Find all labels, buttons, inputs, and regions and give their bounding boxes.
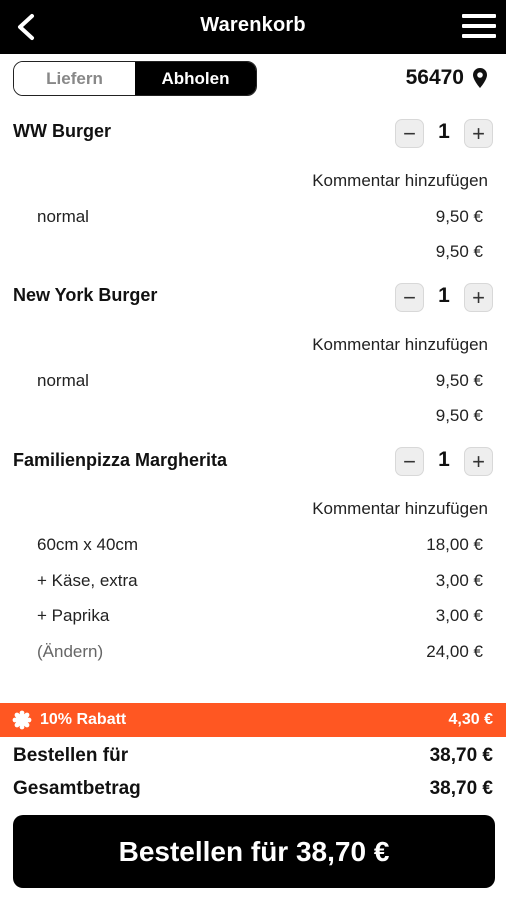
option-price: 18,00 € xyxy=(426,535,483,554)
add-comment-link[interactable]: Kommentar hinzufügen xyxy=(312,171,488,191)
option-price: 3,00 € xyxy=(435,571,483,590)
discount-value: 4,30 € xyxy=(448,711,493,728)
cart-item-name: WW Burger xyxy=(13,121,111,141)
quantity-value: 1 xyxy=(438,120,450,143)
quantity-value: 1 xyxy=(438,284,450,307)
tab-abholen[interactable]: Abholen xyxy=(135,62,256,95)
option-label: + Paprika xyxy=(37,606,110,625)
total-value: 38,70 € xyxy=(429,778,493,799)
badge-icon xyxy=(12,710,32,730)
quantity-value: 1 xyxy=(438,448,450,471)
add-comment-link[interactable]: Kommentar hinzufügen xyxy=(312,499,488,519)
option-label: + Käse, extra xyxy=(37,571,138,590)
app-header: Warenkorb xyxy=(0,0,506,54)
option-label: 60cm x 40cm xyxy=(37,535,139,554)
increase-quantity-button[interactable]: + xyxy=(464,119,493,148)
delivery-mode-toggle: Liefern Abholen xyxy=(13,61,257,96)
item-subtotal: 9,50 € xyxy=(435,242,483,261)
discount-bar: 10% Rabatt 4,30 € xyxy=(0,703,506,737)
total-label: Gesamtbetrag xyxy=(13,778,141,799)
option-price: 9,50 € xyxy=(435,207,483,226)
add-comment-link[interactable]: Kommentar hinzufügen xyxy=(312,335,488,355)
hamburger-menu-icon[interactable] xyxy=(462,14,496,40)
increase-quantity-button[interactable]: + xyxy=(464,447,493,476)
cart-item-name: Familienpizza Margherita xyxy=(13,450,228,470)
option-label: normal xyxy=(37,371,89,390)
place-order-button[interactable]: Bestellen für 38,70 € xyxy=(13,815,495,888)
change-options-link[interactable]: (Ändern) xyxy=(37,642,103,662)
item-subtotal: 24,00 € xyxy=(426,642,483,661)
quantity-stepper: − 1 + xyxy=(395,119,495,149)
discount-label: 10% Rabatt xyxy=(40,711,127,728)
quantity-stepper: − 1 + xyxy=(395,283,495,313)
postal-code-selector[interactable]: 56470 xyxy=(406,66,488,90)
decrease-quantity-button[interactable]: − xyxy=(395,119,424,148)
decrease-quantity-button[interactable]: − xyxy=(395,447,424,476)
order-for-value: 38,70 € xyxy=(429,745,493,766)
order-for-label: Bestellen für xyxy=(13,745,129,766)
postal-code: 56470 xyxy=(405,66,464,89)
item-subtotal: 9,50 € xyxy=(435,406,483,425)
tab-liefern[interactable]: Liefern xyxy=(14,62,135,95)
increase-quantity-button[interactable]: + xyxy=(464,283,493,312)
option-price: 3,00 € xyxy=(435,606,483,625)
quantity-stepper: − 1 + xyxy=(395,447,495,477)
decrease-quantity-button[interactable]: − xyxy=(395,283,424,312)
location-pin-icon xyxy=(473,68,487,88)
cart-item-name: New York Burger xyxy=(13,285,158,305)
page-title: Warenkorb xyxy=(200,14,306,36)
option-price: 9,50 € xyxy=(435,371,483,390)
option-label: normal xyxy=(37,207,89,226)
